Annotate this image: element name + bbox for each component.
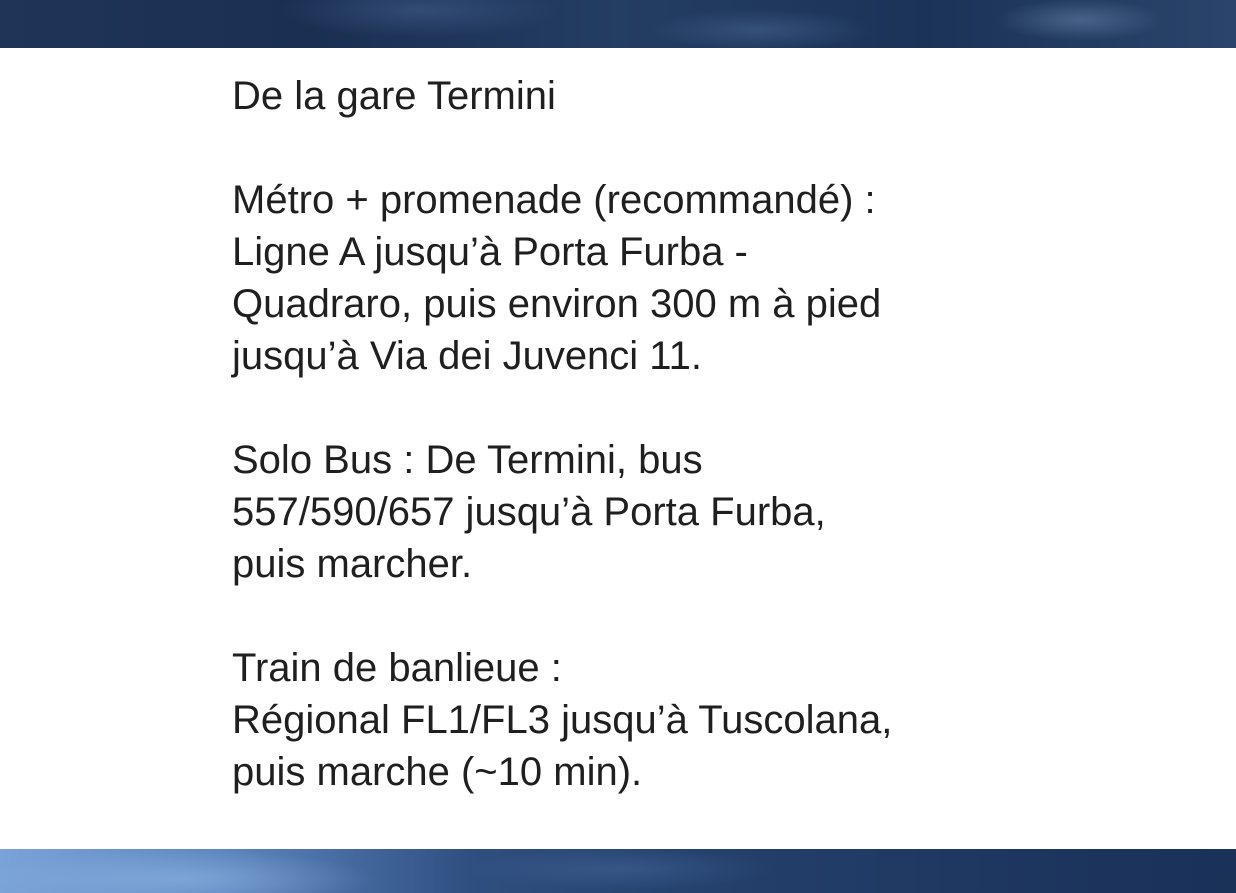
slide-heading: De la gare Termini [232,74,556,118]
train-line-3: puis marche (~10 min). [232,750,643,794]
bus-line-3: puis marcher. [232,542,473,586]
metro-line-3: Quadraro, puis environ 300 m à pied [232,282,882,326]
metro-line-1: Métro + promenade (recommandé) : [232,178,876,222]
section-metro: Métro + promenade (recommandé) : Ligne A… [232,174,1132,382]
section-train: Train de banlieue : Régional FL1/FL3 jus… [232,642,1132,798]
metro-line-4: jusqu’à Via dei Juvenci 11. [232,334,702,378]
bus-line-2: 557/590/657 jusqu’à Porta Furba, [232,490,826,534]
top-banner-image [0,0,1236,48]
section-bus: Solo Bus : De Termini, bus 557/590/657 j… [232,434,1132,590]
bus-line-1: Solo Bus : De Termini, bus [232,438,703,482]
train-line-2: Régional FL1/FL3 jusqu’à Tuscolana, [232,698,893,742]
metro-line-2: Ligne A jusqu’à Porta Furba - [232,230,748,274]
bottom-banner-image [0,849,1236,893]
train-line-1: Train de banlieue : [232,646,562,690]
slide-body: De la gare Termini Métro + promenade (re… [232,70,1132,798]
